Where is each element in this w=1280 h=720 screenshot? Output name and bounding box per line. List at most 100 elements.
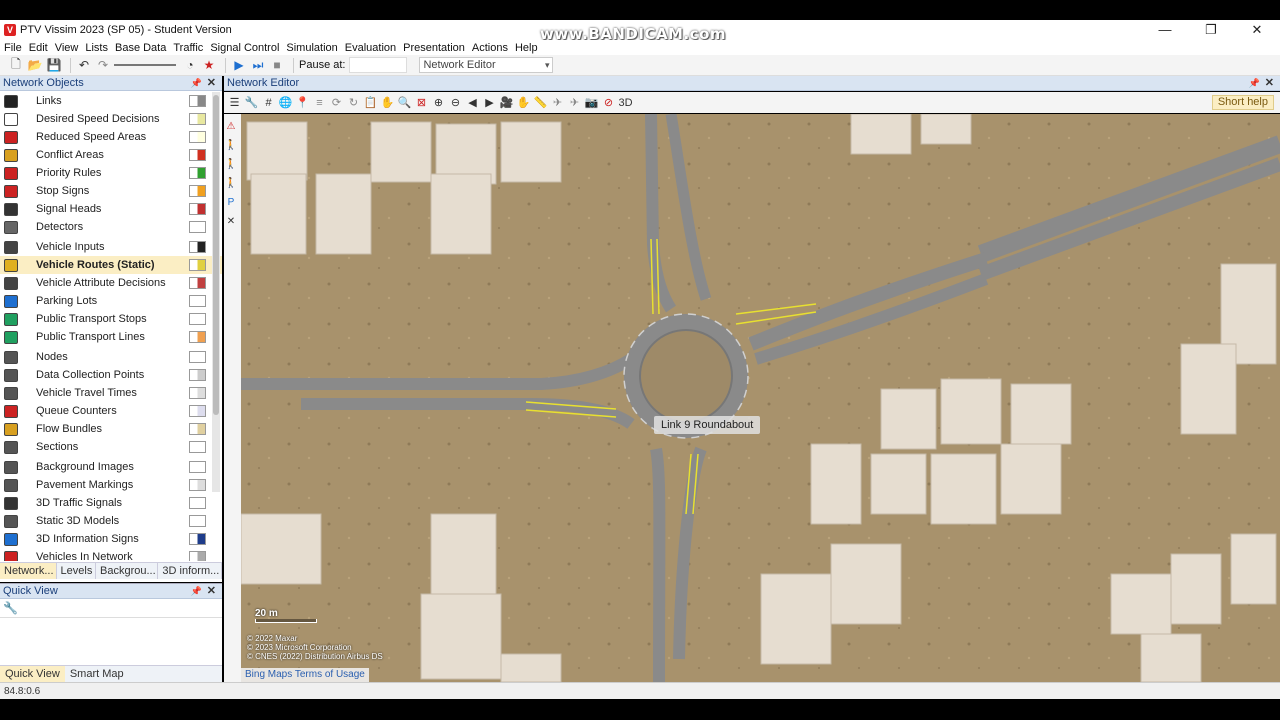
warning-icon[interactable]: ⚠	[223, 118, 239, 134]
network-object-row[interactable]: Links	[0, 92, 222, 110]
3d-mode-icon[interactable]: 3D	[618, 95, 633, 111]
menu-lists[interactable]: Lists	[85, 42, 108, 54]
object-visibility-swatch[interactable]	[189, 331, 206, 343]
minimize-button[interactable]: —	[1142, 20, 1188, 40]
menu-presentation[interactable]: Presentation	[403, 42, 465, 54]
menu-help[interactable]: Help	[515, 42, 538, 54]
object-visibility-swatch[interactable]	[189, 203, 206, 215]
previous-view-icon[interactable]: ◀	[465, 95, 480, 111]
speed-gauge-icon[interactable]: ◔	[182, 57, 198, 73]
object-visibility-swatch[interactable]	[189, 551, 206, 561]
parking-icon[interactable]: P	[223, 194, 239, 210]
menu-edit[interactable]: Edit	[29, 42, 48, 54]
tab-levels[interactable]: Levels	[57, 563, 97, 579]
object-visibility-swatch[interactable]	[189, 295, 206, 307]
simulation-speed-slider[interactable]	[114, 58, 176, 72]
tab-network-objects[interactable]: Network...	[0, 563, 57, 579]
object-visibility-swatch[interactable]	[189, 497, 206, 509]
zoom-all-icon[interactable]: ⊠	[414, 95, 429, 111]
zoom-out-icon[interactable]: ⊖	[448, 95, 463, 111]
single-step-icon[interactable]: ⏭	[250, 57, 266, 73]
object-visibility-swatch[interactable]	[189, 149, 206, 161]
object-visibility-swatch[interactable]	[189, 423, 206, 435]
menu-actions[interactable]: Actions	[472, 42, 508, 54]
tab-smart-map[interactable]: Smart Map	[65, 666, 129, 682]
tab-backgrounds[interactable]: Backgrou...	[96, 563, 159, 579]
close-icon[interactable]: ✕	[1265, 76, 1274, 91]
bing-terms-link[interactable]: Bing Maps Terms of Usage	[241, 668, 369, 682]
zoom-in-icon[interactable]: ⊕	[431, 95, 446, 111]
pedestrian-area-icon[interactable]: 🚶	[223, 156, 239, 172]
short-help-button[interactable]: Short help	[1211, 95, 1274, 110]
network-object-row[interactable]: Public Transport Lines	[0, 328, 222, 346]
open-folder-icon[interactable]: 📂	[27, 57, 43, 73]
network-object-row[interactable]: Vehicle Routes (Static)	[0, 256, 222, 274]
map-pin-icon[interactable]: 📍	[295, 95, 310, 111]
editor-menu-icon[interactable]: ☰	[227, 95, 242, 111]
network-object-row[interactable]: Signal Heads	[0, 200, 222, 218]
pedestrian-icon[interactable]: 🚶	[223, 137, 239, 153]
object-visibility-swatch[interactable]	[189, 277, 206, 289]
wrench-icon[interactable]: 🔧	[3, 601, 18, 615]
object-visibility-swatch[interactable]	[189, 533, 206, 545]
favorite-star-icon[interactable]: ★	[201, 57, 217, 73]
object-visibility-swatch[interactable]	[189, 221, 206, 233]
crossing-icon[interactable]: ✕	[223, 213, 239, 229]
fly-mode-icon[interactable]: ✈	[550, 95, 565, 111]
network-object-row[interactable]: Background Images	[0, 458, 222, 476]
menu-file[interactable]: File	[4, 42, 22, 54]
network-object-row[interactable]: Vehicle Attribute Decisions	[0, 274, 222, 292]
save-icon[interactable]: 💾	[46, 57, 62, 73]
measure-icon[interactable]: 📏	[533, 95, 548, 111]
network-object-row[interactable]: Vehicles In Network	[0, 548, 222, 561]
object-visibility-swatch[interactable]	[189, 167, 206, 179]
network-object-row[interactable]: Vehicle Inputs	[0, 238, 222, 256]
network-object-row[interactable]: 3D Information Signs	[0, 530, 222, 548]
network-object-row[interactable]: 3D Traffic Signals	[0, 494, 222, 512]
network-object-row[interactable]: Parking Lots	[0, 292, 222, 310]
network-object-row[interactable]: Pavement Markings	[0, 476, 222, 494]
restore-button[interactable]: ❐	[1188, 20, 1234, 40]
clipboard-icon[interactable]: 📋	[363, 95, 378, 111]
object-visibility-swatch[interactable]	[189, 441, 206, 453]
network-objects-scrollbar[interactable]	[212, 92, 220, 492]
object-visibility-swatch[interactable]	[189, 131, 206, 143]
object-visibility-swatch[interactable]	[189, 351, 206, 363]
object-visibility-swatch[interactable]	[189, 405, 206, 417]
pin-icon[interactable]: 📌	[191, 76, 202, 91]
grid-icon[interactable]: #	[261, 95, 276, 111]
camera-position-icon[interactable]: 🎥	[499, 95, 514, 111]
object-visibility-swatch[interactable]	[189, 185, 206, 197]
network-object-row[interactable]: Detectors	[0, 218, 222, 236]
tab-3d-information[interactable]: 3D inform...	[158, 563, 222, 579]
network-object-row[interactable]: Data Collection Points	[0, 366, 222, 384]
list-icon[interactable]: ≡	[312, 95, 327, 111]
network-object-row[interactable]: Public Transport Stops	[0, 310, 222, 328]
object-visibility-swatch[interactable]	[189, 369, 206, 381]
object-visibility-swatch[interactable]	[189, 95, 206, 107]
network-object-row[interactable]: Stop Signs	[0, 182, 222, 200]
network-object-row[interactable]: Conflict Areas	[0, 146, 222, 164]
network-object-row[interactable]: Sections	[0, 438, 222, 456]
menu-simulation[interactable]: Simulation	[286, 42, 337, 54]
network-editor-map[interactable]: Link 9 Roundabout 20 m © 2022 Maxar © 20…	[241, 114, 1280, 682]
pan-hand-icon[interactable]: ✋	[380, 95, 395, 111]
menu-view[interactable]: View	[55, 42, 79, 54]
tools-icon[interactable]: 🔧	[244, 95, 259, 111]
close-button[interactable]: ✕	[1234, 20, 1280, 40]
refresh-icon[interactable]: ↻	[346, 95, 361, 111]
screenshot-icon[interactable]: 📷	[584, 95, 599, 111]
clear-selection-icon[interactable]: ⊘	[601, 95, 616, 111]
pause-at-input[interactable]	[349, 57, 408, 73]
rotate-mode-icon[interactable]: ✋	[516, 95, 531, 111]
network-object-row[interactable]: Vehicle Travel Times	[0, 384, 222, 402]
network-object-row[interactable]: Desired Speed Decisions	[0, 110, 222, 128]
close-icon[interactable]: ✕	[207, 76, 216, 91]
new-file-icon[interactable]: 🗋	[8, 57, 24, 73]
globe-icon[interactable]: 🌐	[278, 95, 293, 111]
aerial-map-canvas[interactable]	[241, 114, 1280, 682]
object-visibility-swatch[interactable]	[189, 515, 206, 527]
stop-icon[interactable]: ■	[269, 57, 285, 73]
redo-icon[interactable]: ↷	[95, 57, 111, 73]
object-visibility-swatch[interactable]	[189, 387, 206, 399]
